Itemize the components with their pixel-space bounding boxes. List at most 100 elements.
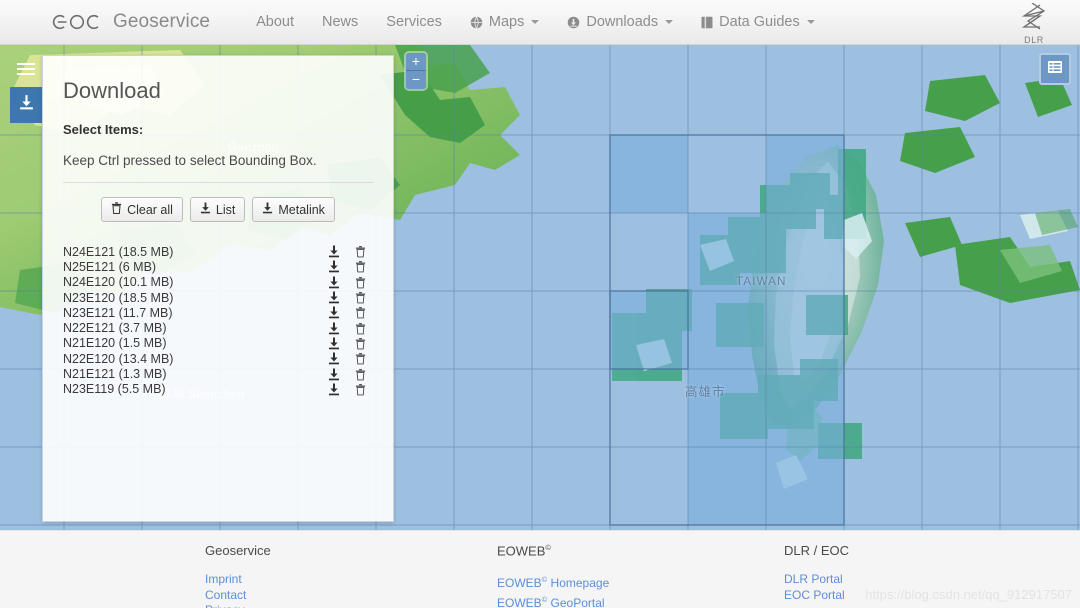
- file-delete-button[interactable]: [347, 383, 373, 396]
- file-download-button[interactable]: [321, 352, 347, 365]
- footer-link[interactable]: Privacy: [205, 603, 497, 608]
- dlr-mark-icon: [1021, 2, 1046, 30]
- nav-item-services[interactable]: Services: [372, 0, 456, 44]
- file-delete-button[interactable]: [347, 322, 373, 335]
- panel-title: Download: [63, 78, 161, 103]
- file-delete-button[interactable]: [347, 260, 373, 273]
- eoc-logo-icon: [50, 11, 106, 33]
- file-download-button[interactable]: [321, 291, 347, 304]
- hamburger-icon: [17, 62, 35, 81]
- layers-button[interactable]: [1039, 53, 1071, 85]
- footer-heading-text: DLR / EOC: [784, 543, 850, 558]
- zoom-in-button[interactable]: +: [406, 53, 426, 71]
- nav-item-news[interactable]: News: [308, 0, 372, 44]
- file-delete-button[interactable]: [347, 352, 373, 365]
- nav-item-about[interactable]: About: [242, 0, 308, 44]
- nav-item-label: Maps: [488, 14, 525, 30]
- file-download-button[interactable]: [321, 306, 347, 319]
- file-name: N23E121 (11.7 MB): [63, 305, 173, 320]
- file-delete-button[interactable]: [347, 245, 373, 258]
- main-navigation: About News Services Maps Downloads Data Guide…: [242, 0, 829, 44]
- zoom-out-button[interactable]: −: [406, 71, 426, 89]
- file-download-button[interactable]: [321, 322, 347, 335]
- footer-heading: DLR / EOC: [784, 543, 1024, 558]
- panel-divider: [63, 182, 373, 183]
- file-delete-button[interactable]: [347, 368, 373, 381]
- download-icon: [18, 94, 35, 116]
- chevron-down-icon: [531, 20, 540, 24]
- dlr-logo[interactable]: DLR: [1010, 2, 1058, 45]
- file-name: N22E120 (13.4 MB): [63, 351, 174, 366]
- nav-item-label: About: [256, 14, 295, 30]
- file-row: N22E121 (3.7 MB): [63, 320, 373, 335]
- panel-hint: Keep Ctrl pressed to select Bounding Box…: [63, 153, 317, 168]
- menu-toggle-button[interactable]: [10, 55, 42, 87]
- download-circle-icon: [567, 16, 580, 29]
- file-delete-button[interactable]: [347, 276, 373, 289]
- dlr-logo-text: DLR: [1024, 35, 1044, 45]
- footer-link[interactable]: Imprint: [205, 572, 497, 588]
- brand-name: Geoservice: [113, 11, 211, 32]
- footer-link[interactable]: DLR Portal: [784, 572, 1024, 588]
- footer-link-text: Imprint: [205, 572, 242, 586]
- file-download-button[interactable]: [321, 383, 347, 396]
- file-download-button[interactable]: [321, 368, 347, 381]
- clear-all-button[interactable]: Clear all: [101, 197, 183, 222]
- brand[interactable]: Geoservice: [50, 11, 210, 33]
- file-delete-button[interactable]: [347, 291, 373, 304]
- layers-icon: [1047, 59, 1063, 80]
- footer-link-text: EOC Portal: [784, 587, 845, 602]
- footer-heading: EOWEB©: [497, 543, 784, 558]
- list-label: List: [215, 202, 236, 217]
- zoom-control[interactable]: + −: [406, 53, 426, 89]
- file-name: N21E120 (1.5 MB): [63, 336, 167, 351]
- footer-heading: Geoservice: [205, 543, 497, 558]
- nav-item-label: Services: [386, 14, 442, 30]
- footer-link-rest: Homepage: [547, 576, 610, 591]
- file-row: N24E121 (18.5 MB): [63, 244, 373, 259]
- nav-item-label: News: [322, 14, 359, 30]
- file-delete-button[interactable]: [347, 306, 373, 319]
- file-row: N22E120 (13.4 MB): [63, 351, 373, 366]
- file-name: N24E120 (10.1 MB): [63, 275, 174, 290]
- file-name: N22E121 (3.7 MB): [63, 321, 167, 336]
- file-download-button[interactable]: [321, 260, 347, 273]
- footer-link-rest: GeoPortal: [547, 595, 605, 608]
- footer-heading-text: EOWEB: [497, 543, 546, 559]
- file-name: N23E119 (5.5 MB): [63, 382, 166, 397]
- selected-items-list: N24E121 (18.5 MB) N25E121 (6 MB) N24E120 (…: [63, 244, 373, 397]
- footer-link[interactable]: EOWEB© GeoPortal: [497, 592, 784, 608]
- file-name: N23E120 (18.5 MB): [63, 290, 174, 305]
- download-tool-button[interactable]: [10, 87, 42, 123]
- footer-column: EOWEB© EOWEB© Homepage EOWEB© GeoPortal: [497, 543, 784, 608]
- footer-link-text: EOWEB: [497, 595, 542, 608]
- footer-link[interactable]: EOWEB© Homepage: [497, 572, 784, 592]
- nav-item-label: Downloads: [586, 14, 659, 30]
- file-download-button[interactable]: [321, 337, 347, 350]
- download-panel: Download Select Items: Keep Ctrl pressed…: [42, 55, 394, 522]
- book-icon: [701, 16, 713, 29]
- panel-button-row: Clear all List Metalink: [63, 197, 373, 222]
- globe-icon: [470, 16, 483, 29]
- nav-item-downloads[interactable]: Downloads: [553, 0, 687, 44]
- file-row: N23E119 (5.5 MB): [63, 382, 373, 397]
- file-name: N21E121 (1.3 MB): [63, 367, 167, 382]
- file-download-button[interactable]: [321, 245, 347, 258]
- footer-heading-text: Geoservice: [205, 543, 271, 558]
- trash-icon: [111, 202, 122, 217]
- nav-item-label: Data Guides: [719, 14, 800, 30]
- file-delete-button[interactable]: [347, 337, 373, 350]
- chevron-down-icon: [665, 20, 674, 24]
- map-tool-rail: [10, 55, 42, 123]
- nav-item-maps[interactable]: Maps: [456, 0, 553, 44]
- file-row: N23E121 (11.7 MB): [63, 305, 373, 320]
- list-button[interactable]: List: [189, 197, 246, 222]
- metalink-button[interactable]: Metalink: [252, 197, 335, 222]
- site-header: Geoservice About News Services Maps Download…: [0, 0, 1080, 45]
- nav-item-data-guides[interactable]: Data Guides: [687, 0, 829, 44]
- file-download-button[interactable]: [321, 276, 347, 289]
- footer-link-text: Contact: [205, 587, 247, 602]
- footer-link[interactable]: Contact: [205, 588, 497, 604]
- footer-link-text: Privacy: [205, 603, 244, 608]
- clear-all-label: Clear all: [127, 202, 173, 217]
